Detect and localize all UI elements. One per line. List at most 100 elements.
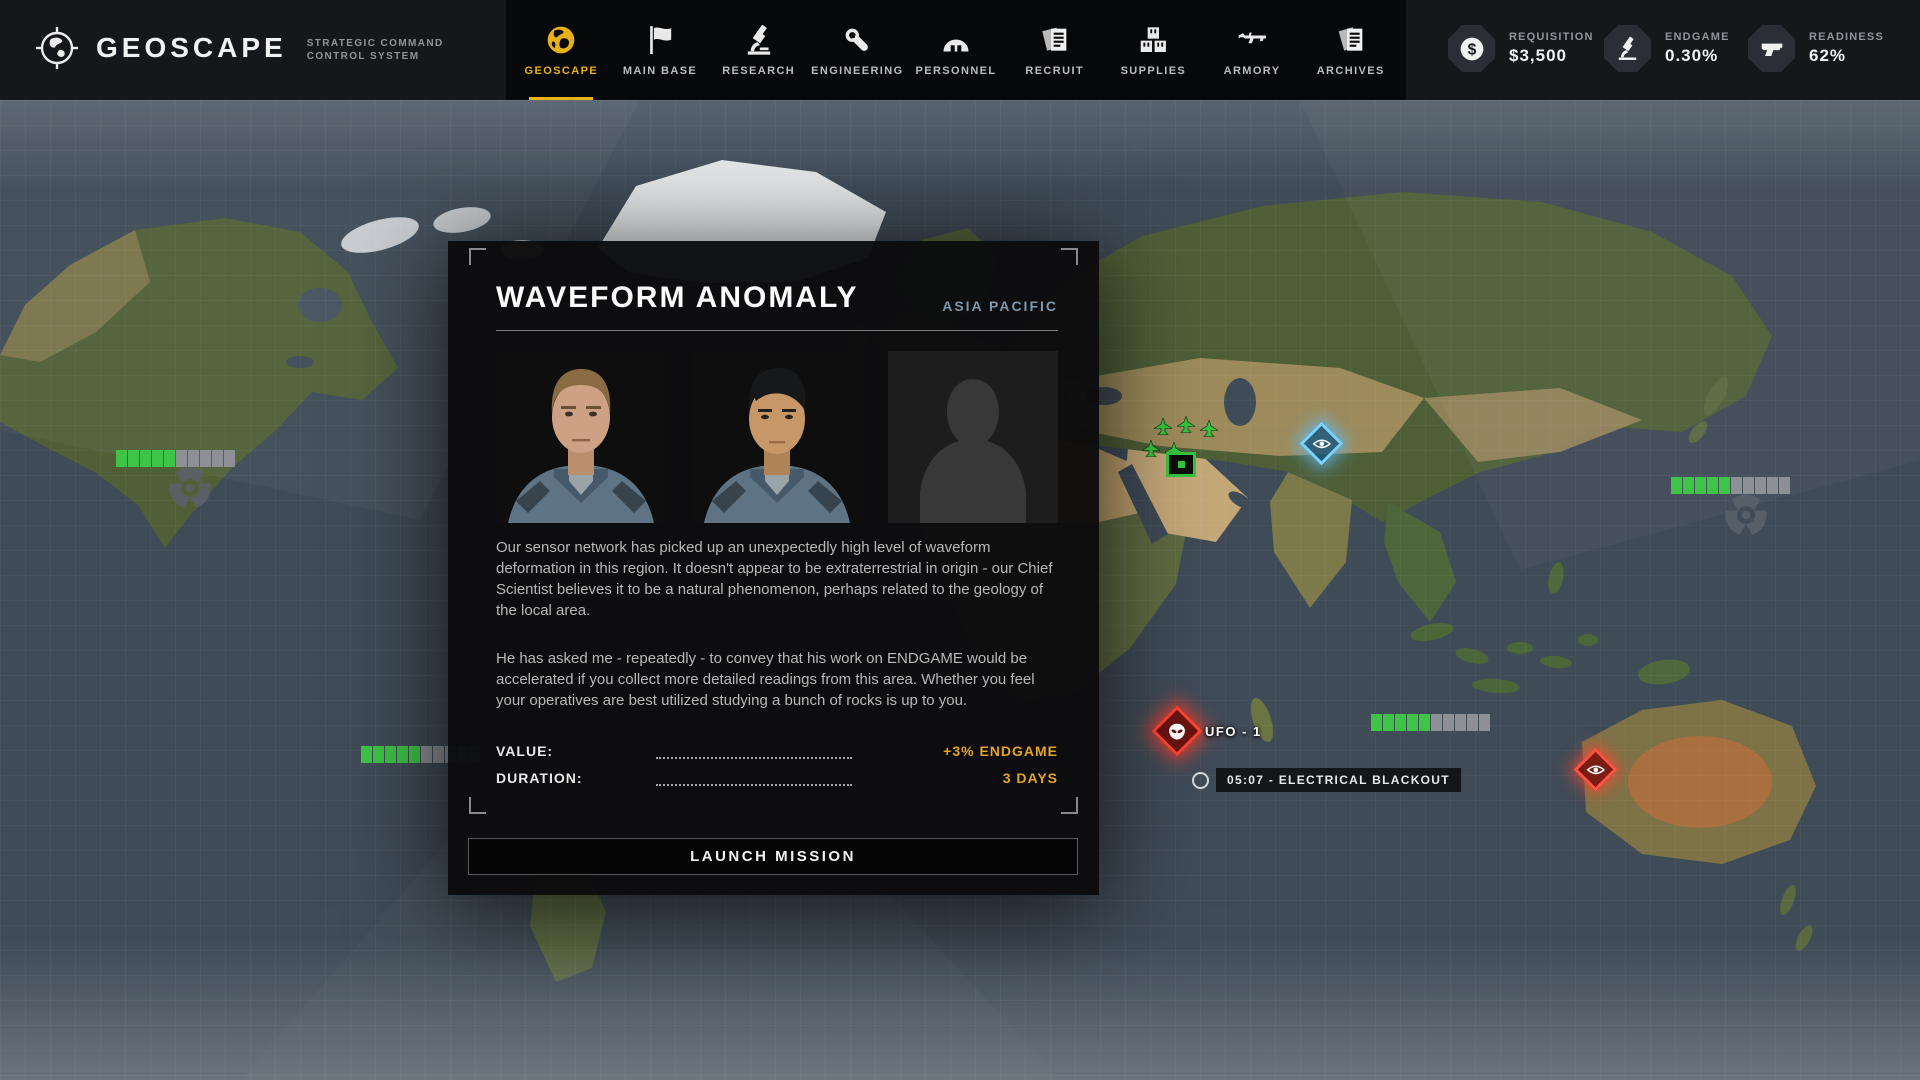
globe-crosshair-icon [34,25,80,71]
progress-square [188,450,199,467]
stat-label: ENDGAME [1665,31,1730,43]
corner-bracket [469,248,486,265]
jet-icon [1154,418,1172,437]
progress-square [1779,477,1790,494]
operative-portrait [692,351,862,523]
stat-endgame: ENDGAME 0.30% [1604,25,1730,72]
jet-icon [1177,416,1195,435]
progress-square [1755,477,1766,494]
progress-square [373,746,384,763]
progress-square [1743,477,1754,494]
geoscape-screen: UFO - 1 05:07 - ELECTRICAL BLACKOUT [0,0,1920,1080]
progress-square [1431,714,1442,731]
base-marker[interactable] [1166,452,1196,477]
value-amount: +3% ENDGAME [852,743,1058,759]
stat-value: $3,500 [1509,46,1594,66]
mission-panel: WAVEFORM ANOMALY ASIA PACIFIC [448,241,1099,895]
nav-tab-armory[interactable]: ARMORY [1203,0,1302,100]
squad-portrait-2[interactable] [692,351,862,523]
nav-tab-personnel[interactable]: PERSONNEL [907,0,1006,100]
nav-tab-engineering[interactable]: ENGINEERING [808,0,907,100]
radiation-icon [1724,493,1768,537]
dollar-icon: $ [1459,36,1485,62]
nav-tab-archives[interactable]: ARCHIVES [1301,0,1400,100]
pistol-icon [1759,36,1785,62]
stat-label: REQUISITION [1509,31,1594,43]
wrench-icon [841,24,873,56]
squad-portrait-1[interactable] [496,351,666,523]
mission-title: WAVEFORM ANOMALY [496,281,859,315]
progress-square [140,450,151,467]
flag-icon [644,24,676,56]
region-progress-bar [1371,714,1490,731]
squad-slot-empty[interactable] [888,351,1058,523]
stat-label: READINESS [1809,31,1884,43]
nav-tab-recruit[interactable]: RECRUIT [1005,0,1104,100]
svg-text:$: $ [1467,41,1476,58]
endgame-badge [1604,25,1651,72]
corner-bracket [1061,797,1078,814]
region-progress-bar [1671,477,1790,494]
event-notification[interactable]: 05:07 - ELECTRICAL BLACKOUT [1192,768,1461,792]
progress-square [224,450,235,467]
archive-files-icon [1335,24,1367,56]
nav-tab-main-base[interactable]: MAIN BASE [611,0,710,100]
mission-region: ASIA PACIFIC [942,298,1058,314]
app-logo: GEOSCAPE STRATEGIC COMMAND CONTROL SYSTE… [34,25,444,71]
launch-mission-button[interactable]: LAUNCH MISSION [468,838,1078,875]
progress-square [128,450,139,467]
corner-bracket [469,797,486,814]
stat-value: 62% [1809,46,1884,66]
top-bar: GEOSCAPE STRATEGIC COMMAND CONTROL SYSTE… [0,0,1920,100]
squad-portraits [496,351,1058,523]
mission-description: Our sensor network has picked up an unex… [496,537,1058,711]
requisition-badge: $ [1448,25,1495,72]
operative-portrait [496,351,666,523]
progress-square [1371,714,1382,731]
alien-head-icon [1168,722,1187,741]
microscope-icon [743,24,775,56]
readiness-badge [1748,25,1795,72]
progress-square [421,746,432,763]
corner-bracket [1061,248,1078,265]
bunker-icon [940,24,972,56]
progress-square [116,450,127,467]
nav-tab-research[interactable]: RESEARCH [709,0,808,100]
description-paragraph-1: Our sensor network has picked up an unex… [496,537,1058,621]
stat-requisition: $ REQUISITION $3,500 [1448,25,1594,72]
nav-tab-supplies[interactable]: SUPPLIES [1104,0,1203,100]
dotted-leader [656,772,852,786]
eye-icon [1587,763,1605,776]
progress-square [409,746,420,763]
progress-square [1383,714,1394,731]
jet-icon [1142,440,1160,459]
description-paragraph-2: He has asked me - repeatedly - to convey… [496,648,1058,711]
progress-square [1731,477,1742,494]
progress-square [1683,477,1694,494]
stat-value: 0.30% [1665,46,1730,66]
title-divider [496,330,1058,331]
progress-square [1419,714,1430,731]
progress-square [1395,714,1406,731]
duration-label: DURATION: [496,770,656,786]
progress-square [212,450,223,467]
ufo-label: UFO - 1 [1205,724,1262,739]
progress-square [176,450,187,467]
eye-icon [1313,437,1331,450]
mission-value-row: VALUE: +3% ENDGAME [496,741,1058,759]
progress-square [1479,714,1490,731]
stat-readiness: READINESS 62% [1748,25,1884,72]
region-progress-bar [116,450,235,467]
progress-square [200,450,211,467]
progress-square [397,746,408,763]
globe-icon [545,24,577,56]
progress-square [361,746,372,763]
rifle-icon [1236,24,1268,56]
app-tagline: STRATEGIC COMMAND CONTROL SYSTEM [307,37,444,63]
progress-square [1467,714,1478,731]
dotted-leader [656,745,852,759]
nav-tab-geoscape[interactable]: GEOSCAPE [512,0,611,100]
microscope-icon [1615,36,1640,61]
empty-silhouette [888,351,1058,523]
event-label: 05:07 - ELECTRICAL BLACKOUT [1216,768,1461,792]
